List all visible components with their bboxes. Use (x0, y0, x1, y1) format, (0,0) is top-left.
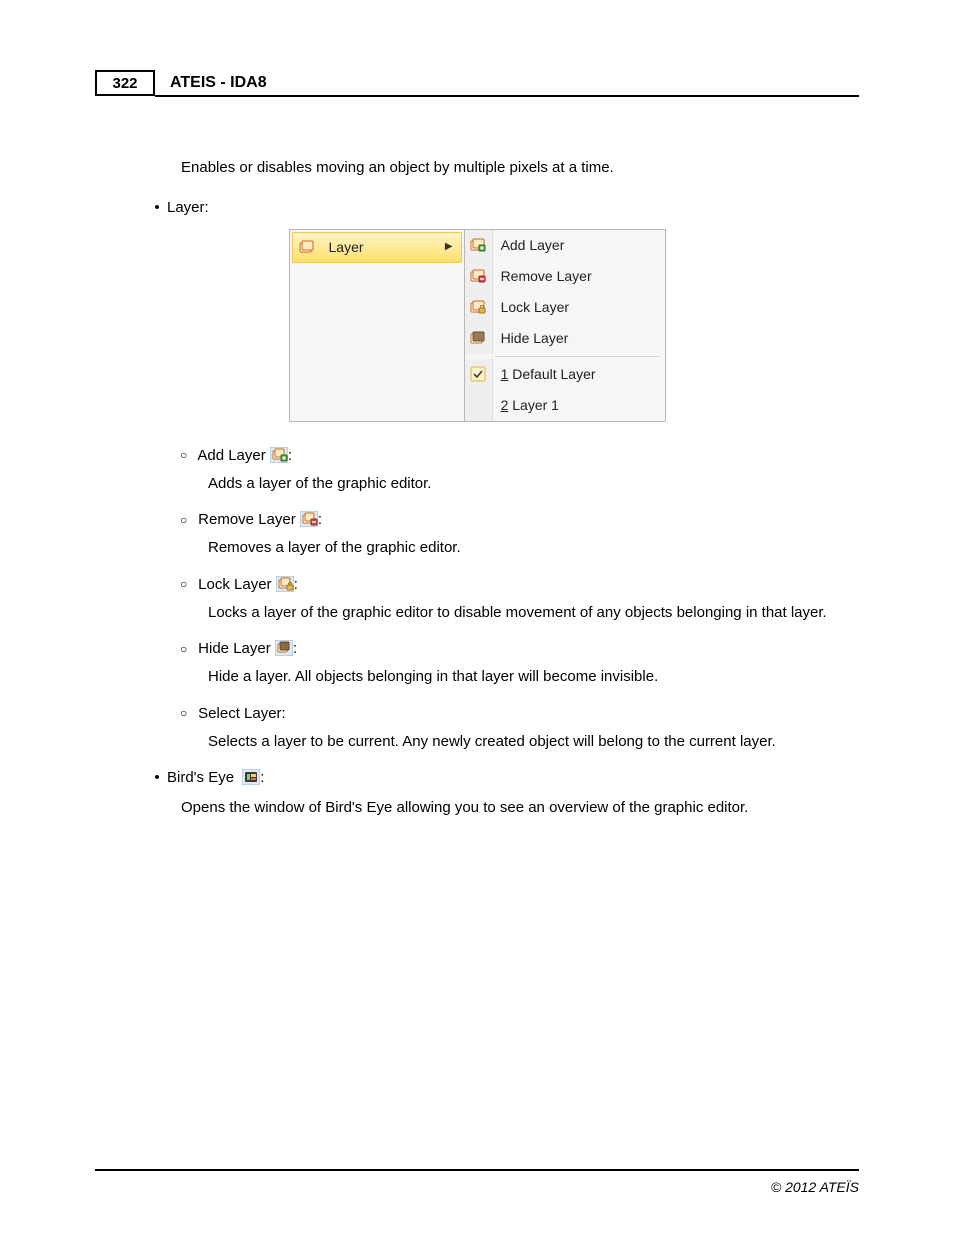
menu-item-layer-1-label: 2 Layer 1 (493, 396, 665, 415)
circle-bullet-icon: ○ (180, 512, 194, 528)
hide-layer-icon (275, 640, 293, 656)
add-layer-icon (270, 447, 288, 463)
sub-remove-layer-colon: : (318, 511, 322, 528)
menu-item-hide-layer-label: Hide Layer (493, 329, 665, 348)
menu-item-hide-layer[interactable]: Hide Layer (465, 323, 665, 354)
bullet-birdseye-colon: : (260, 769, 264, 786)
layer-sublist: ○ Add Layer : Adds a layer of the graphi… (180, 446, 859, 753)
submenu-arrow-icon: ▶ (445, 240, 453, 254)
page-footer: © 2012 ATEÏS (95, 1169, 859, 1195)
bullet-layer-label: Layer: (167, 199, 209, 216)
remove-layer-icon (465, 261, 493, 292)
menu-item-remove-layer-label: Remove Layer (493, 267, 665, 286)
menu-item-lock-layer[interactable]: Lock Layer (465, 292, 665, 323)
page-number: 322 (112, 75, 137, 92)
sub-select-layer-desc: Selects a layer to be current. Any newly… (208, 732, 859, 752)
birdseye-icon (242, 769, 260, 785)
circle-bullet-icon: ○ (180, 641, 194, 657)
sub-remove-layer-desc: Removes a layer of the graphic editor. (208, 538, 859, 558)
default-layer-rest: Default Layer (508, 366, 595, 382)
sub-hide-layer: ○ Hide Layer : Hide a layer. All objects… (180, 639, 859, 688)
empty-icon (465, 390, 493, 421)
menu-item-layer-label: Layer (321, 238, 445, 257)
menu-item-default-layer-label: 1 Default Layer (493, 365, 665, 384)
intro-text: Enables or disables moving an object by … (181, 158, 859, 178)
bullet-dot-icon: • (153, 198, 161, 218)
sub-add-layer-label: Add Layer (197, 447, 270, 464)
bullet-birdseye: • Bird's Eye : (153, 768, 859, 788)
remove-layer-icon (300, 511, 318, 527)
bullet-dot-icon: • (153, 768, 161, 788)
menu-item-remove-layer[interactable]: Remove Layer (465, 261, 665, 292)
sub-select-layer: ○ Select Layer: Selects a layer to be cu… (180, 704, 859, 753)
sub-add-layer-desc: Adds a layer of the graphic editor. (208, 474, 859, 494)
page-number-box: 322 (95, 70, 155, 96)
copyright-text: © 2012 ATEÏS (95, 1179, 859, 1195)
menu-item-default-layer[interactable]: 1 Default Layer (465, 359, 665, 390)
sub-hide-layer-desc: Hide a layer. All objects belonging in t… (208, 667, 859, 687)
header-rule (155, 95, 859, 97)
bullet-layer: • Layer: (153, 198, 859, 218)
sub-hide-layer-colon: : (293, 640, 297, 657)
menu-item-add-layer[interactable]: Add Layer (465, 230, 665, 261)
menu-item-add-layer-label: Add Layer (493, 236, 665, 255)
birdseye-desc: Opens the window of Bird's Eye allowing … (181, 798, 859, 818)
sub-remove-layer-label: Remove Layer (198, 511, 300, 528)
content: Enables or disables moving an object by … (95, 158, 859, 819)
sub-lock-layer-colon: : (294, 576, 298, 593)
sub-lock-layer-label: Lock Layer (198, 576, 276, 593)
bullet-birdseye-label: Bird's Eye (167, 769, 234, 786)
sub-lock-layer: ○ Lock Layer : Locks a layer of the grap… (180, 575, 859, 624)
footer-rule (95, 1169, 859, 1171)
page-title: ATEIS - IDA8 (170, 74, 267, 92)
circle-bullet-icon: ○ (180, 576, 194, 592)
layer1-rest: Layer 1 (508, 397, 559, 413)
lock-layer-icon (465, 292, 493, 323)
add-layer-icon (465, 230, 493, 261)
menu-right-panel: Add Layer Remove Layer Lock Layer (465, 230, 665, 421)
menu-container: Layer ▶ Add Layer Re (289, 229, 666, 422)
page: 322 ATEIS - IDA8 Enables or disables mov… (0, 0, 954, 1235)
menu-left-panel: Layer ▶ (290, 230, 465, 421)
circle-bullet-icon: ○ (180, 447, 194, 463)
menu-separator (495, 356, 659, 357)
sub-remove-layer: ○ Remove Layer : Removes a layer of the … (180, 510, 859, 559)
hide-layer-icon (465, 323, 493, 354)
sub-hide-layer-label: Hide Layer (198, 640, 275, 657)
menu-item-lock-layer-label: Lock Layer (493, 298, 665, 317)
check-icon (465, 359, 493, 390)
sub-select-layer-label: Select Layer: (198, 705, 286, 722)
menu-item-layer-1[interactable]: 2 Layer 1 (465, 390, 665, 421)
lock-layer-icon (276, 576, 294, 592)
layer-icon (293, 233, 321, 262)
circle-bullet-icon: ○ (180, 705, 194, 721)
layer-menu-figure: Layer ▶ Add Layer Re (289, 229, 666, 422)
sub-add-layer: ○ Add Layer : Adds a layer of the graphi… (180, 446, 859, 495)
sub-add-layer-colon: : (288, 447, 292, 464)
page-header: 322 ATEIS - IDA8 (95, 70, 859, 98)
menu-item-layer[interactable]: Layer ▶ (292, 232, 462, 263)
sub-lock-layer-desc: Locks a layer of the graphic editor to d… (208, 603, 859, 623)
